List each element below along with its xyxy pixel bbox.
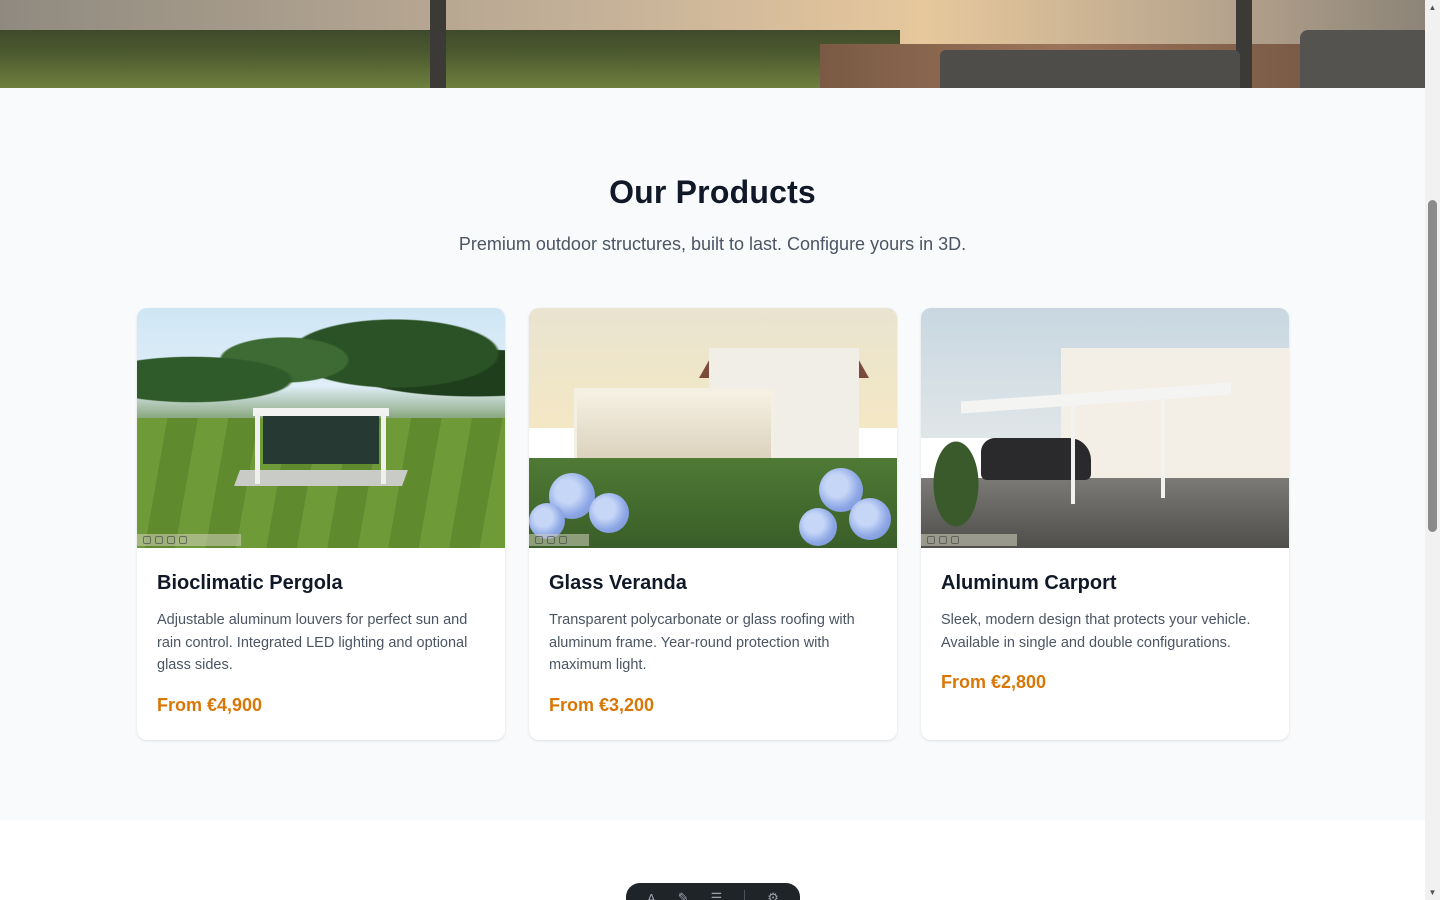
- settings-icon[interactable]: ⚙: [767, 890, 779, 900]
- scroll-thumb[interactable]: [1428, 200, 1437, 532]
- scroll-down-icon[interactable]: ▼: [1425, 885, 1440, 900]
- viewer-toolbar[interactable]: [137, 534, 241, 546]
- product-image-carport[interactable]: [921, 308, 1289, 548]
- card-body: Bioclimatic Pergola Adjustable aluminum …: [157, 572, 487, 716]
- product-title: Aluminum Carport: [941, 572, 1117, 594]
- hero-grass: [0, 30, 900, 88]
- hero-sofa: [940, 50, 1240, 88]
- product-card-carport[interactable]: Aluminum Carport Sleek, modern design th…: [921, 308, 1289, 740]
- toolbar-divider: [744, 890, 746, 900]
- viewer-menu-icon[interactable]: [927, 536, 935, 544]
- product-description: Sleek, modern design that protects your …: [941, 612, 1251, 651]
- viewer-zoom-icon[interactable]: [167, 536, 175, 544]
- product-image-pergola[interactable]: [137, 308, 505, 548]
- brush-icon[interactable]: ✎: [678, 890, 689, 900]
- viewer-zoom-icon[interactable]: [559, 536, 567, 544]
- section-title: Our Products: [609, 174, 816, 210]
- viewer-rotate-icon[interactable]: [547, 536, 555, 544]
- viewer-toolbar[interactable]: [529, 534, 589, 546]
- hero-post: [430, 0, 446, 88]
- floating-toolbar[interactable]: A ✎ ☰ ⚙: [626, 883, 800, 900]
- menu-icon[interactable]: ☰: [711, 890, 723, 900]
- viewer-rotate-icon[interactable]: [155, 536, 163, 544]
- product-description: Adjustable aluminum louvers for perfect …: [157, 612, 468, 673]
- card-body: Glass Veranda Transparent polycarbonate …: [549, 572, 879, 716]
- page-scrollbar[interactable]: ▲ ▼: [1425, 0, 1440, 900]
- section-subtitle: Premium outdoor structures, built to las…: [458, 234, 967, 254]
- product-image-veranda[interactable]: [529, 308, 897, 548]
- viewer-menu-icon[interactable]: [143, 536, 151, 544]
- card-body: Aluminum Carport Sleek, modern design th…: [941, 572, 1271, 693]
- text-icon[interactable]: A: [647, 891, 656, 900]
- product-card-veranda[interactable]: Glass Veranda Transparent polycarbonate …: [529, 308, 897, 740]
- hero-image: [0, 0, 1425, 88]
- product-description: Transparent polycarbonate or glass roofi…: [549, 612, 855, 673]
- scroll-up-icon[interactable]: ▲: [1425, 0, 1440, 15]
- viewer-zoom-icon[interactable]: [951, 536, 959, 544]
- product-title: Bioclimatic Pergola: [157, 572, 343, 594]
- product-card-pergola[interactable]: Bioclimatic Pergola Adjustable aluminum …: [137, 308, 505, 740]
- viewer-toolbar[interactable]: [921, 534, 1017, 546]
- product-price: From €4,900: [157, 694, 263, 715]
- product-price: From €3,200: [549, 694, 655, 715]
- hero-sofa: [1300, 30, 1425, 88]
- product-title: Glass Veranda: [549, 572, 687, 594]
- products-section: Our Products Premium outdoor structures,…: [0, 88, 1425, 820]
- product-price: From €2,800: [941, 672, 1047, 692]
- viewer-fullscreen-icon[interactable]: [179, 536, 187, 544]
- viewer-menu-icon[interactable]: [535, 536, 543, 544]
- viewer-rotate-icon[interactable]: [939, 536, 947, 544]
